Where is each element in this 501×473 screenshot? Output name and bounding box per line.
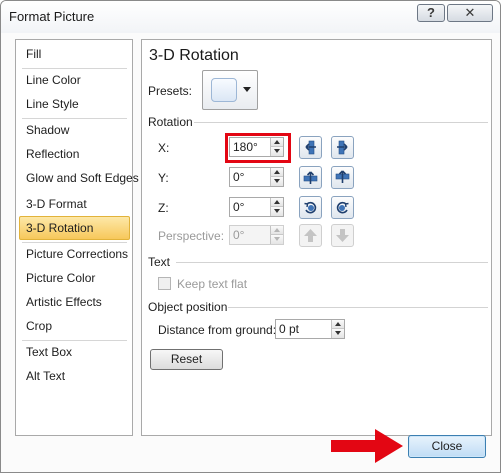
perspective-increase-button[interactable] (299, 224, 322, 247)
section-object-position: Object position (148, 300, 228, 314)
sidebar-item-fill[interactable]: Fill (19, 42, 130, 66)
y-rotate-up-button[interactable] (299, 166, 322, 189)
sidebar-item-artistic-effects[interactable]: Artistic Effects (19, 290, 130, 314)
presets-label: Presets: (148, 84, 193, 98)
format-picture-dialog: Format Picture ? ✕ Fill Line Color Line … (0, 0, 501, 473)
presets-dropdown[interactable] (202, 70, 258, 110)
rotation-panel: 3-D Rotation Presets: Rotation X: 180° Y… (141, 39, 492, 436)
sidebar-item-glow-soft-edges[interactable]: Glow and Soft Edges (19, 166, 139, 190)
perspective-spinner[interactable]: 0° (229, 225, 284, 245)
chevron-down-icon (243, 87, 251, 92)
distance-from-ground-label: Distance from ground: (158, 323, 277, 337)
z-rotation-spinner[interactable]: 0° (229, 197, 284, 217)
perspective-value: 0° (233, 228, 245, 242)
x-rotation-spinner[interactable]: 180° (229, 137, 284, 157)
y-rotate-down-button[interactable] (331, 166, 354, 189)
rotate-right-icon (337, 140, 348, 155)
sidebar-item-crop[interactable]: Crop (19, 314, 130, 338)
sidebar-item-shadow[interactable]: Shadow (19, 118, 130, 142)
sidebar-item-reflection[interactable]: Reflection (19, 142, 130, 166)
z-label: Z: (158, 201, 169, 215)
spin-up-button[interactable] (270, 168, 283, 177)
rotate-up-icon (303, 171, 318, 184)
sidebar-item-picture-corrections[interactable]: Picture Corrections (19, 242, 130, 266)
sidebar-item-text-box[interactable]: Text Box (19, 340, 130, 364)
rotate-left-icon (305, 140, 316, 155)
perspective-label: Perspective: (158, 229, 225, 243)
spin-up-button[interactable] (270, 198, 283, 207)
title-bar: Format Picture ? ✕ (1, 1, 500, 33)
keep-text-flat-label: Keep text flat (177, 277, 248, 291)
spin-down-button[interactable] (270, 177, 283, 186)
section-text: Text (148, 255, 171, 269)
x-rotate-left-button[interactable] (299, 136, 322, 159)
reset-button[interactable]: Reset (150, 349, 223, 370)
spin-down-button[interactable] (331, 329, 344, 338)
spin-up-button[interactable] (331, 320, 344, 329)
sidebar-item-alt-text[interactable]: Alt Text (19, 364, 130, 388)
window-close-button[interactable]: ✕ (447, 4, 493, 22)
rotate-clockwise-icon (336, 201, 349, 214)
y-rotation-value: 0° (233, 170, 245, 184)
y-rotation-spinner[interactable]: 0° (229, 167, 284, 187)
arrow-down-icon (336, 229, 349, 242)
help-button[interactable]: ? (417, 4, 445, 22)
sidebar-item-line-color[interactable]: Line Color (19, 68, 130, 92)
sidebar-item-3d-rotation[interactable]: 3-D Rotation (19, 216, 130, 240)
y-label: Y: (158, 171, 169, 185)
divider (176, 262, 488, 263)
x-rotation-value: 180° (233, 140, 258, 154)
rotate-down-icon (335, 170, 350, 183)
spin-up-button[interactable] (270, 226, 283, 235)
red-arrow-icon (331, 429, 403, 463)
spin-up-button[interactable] (270, 138, 283, 147)
spin-down-button[interactable] (270, 207, 283, 216)
sidebar-item-picture-color[interactable]: Picture Color (19, 266, 130, 290)
sidebar-item-line-style[interactable]: Line Style (19, 92, 130, 116)
z-rotate-clockwise-button[interactable] (331, 196, 354, 219)
category-list: Fill Line Color Line Style Shadow Reflec… (15, 39, 139, 436)
z-rotation-value: 0° (233, 200, 245, 214)
x-rotate-right-button[interactable] (331, 136, 354, 159)
keep-text-flat-checkbox[interactable] (158, 277, 171, 290)
x-label: X: (158, 141, 170, 155)
sidebar-item-3d-format[interactable]: 3-D Format (19, 192, 130, 216)
panel-title: 3-D Rotation (149, 47, 239, 64)
distance-from-ground-spinner[interactable]: 0 pt (275, 319, 345, 339)
divider (228, 307, 488, 308)
distance-from-ground-value: 0 pt (279, 322, 300, 336)
z-rotate-counterclockwise-button[interactable] (299, 196, 322, 219)
spin-down-button[interactable] (270, 235, 283, 244)
arrow-up-icon (304, 229, 317, 242)
spin-down-button[interactable] (270, 147, 283, 156)
section-rotation: Rotation (148, 115, 193, 129)
dialog-title: Format Picture (9, 9, 95, 24)
divider (194, 122, 488, 123)
rotate-counterclockwise-icon (304, 201, 317, 214)
preset-swatch-icon (211, 78, 237, 102)
close-button[interactable]: Close (408, 435, 486, 458)
perspective-decrease-button[interactable] (331, 224, 354, 247)
